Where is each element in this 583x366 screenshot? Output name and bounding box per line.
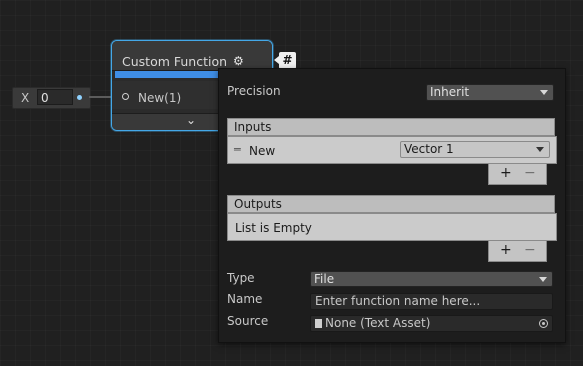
chevron-down-icon bbox=[540, 90, 548, 95]
inputs-list: ═ New Vector 1 bbox=[227, 136, 557, 164]
inputs-add-remove: + − bbox=[488, 164, 547, 185]
input-x-label: X bbox=[21, 91, 30, 105]
precision-label: Precision bbox=[227, 84, 281, 98]
type-dropdown[interactable]: File bbox=[310, 271, 553, 287]
type-value: File bbox=[314, 272, 335, 286]
text-asset-icon bbox=[315, 319, 322, 328]
input-port[interactable] bbox=[122, 93, 129, 100]
input-name[interactable]: New bbox=[249, 144, 275, 158]
drag-handle-icon[interactable]: ═ bbox=[234, 143, 241, 156]
source-value: None (Text Asset) bbox=[325, 316, 431, 330]
chevron-down-icon bbox=[536, 147, 544, 152]
precision-value: Inherit bbox=[430, 85, 470, 99]
outputs-add-remove: + − bbox=[488, 241, 547, 262]
outputs-list: List is Empty bbox=[227, 213, 557, 241]
input-node-output-port[interactable] bbox=[77, 95, 82, 100]
inputs-header: Inputs bbox=[227, 118, 555, 136]
function-name-field[interactable]: Enter function name here... bbox=[310, 293, 553, 310]
outputs-remove-button[interactable]: − bbox=[524, 242, 536, 258]
input-x-field[interactable]: 0 bbox=[37, 89, 73, 105]
input-type-dropdown[interactable]: Vector 1 bbox=[400, 141, 550, 158]
node-settings-panel: Precision Inherit Inputs ═ New Vector 1 … bbox=[218, 68, 566, 343]
chevron-down-icon bbox=[539, 277, 547, 282]
node-title: Custom Function bbox=[122, 54, 228, 69]
function-name-placeholder: Enter function name here... bbox=[315, 294, 481, 308]
outputs-header: Outputs bbox=[227, 195, 555, 213]
precision-dropdown[interactable]: Inherit bbox=[426, 84, 554, 101]
source-label: Source bbox=[227, 314, 269, 328]
node-title-bar[interactable]: Custom Function ⚙ bbox=[112, 41, 272, 71]
input-port-label: New(1) bbox=[138, 91, 182, 105]
gear-refresh-icon[interactable]: ⚙ bbox=[233, 54, 244, 68]
input-type-value: Vector 1 bbox=[404, 142, 454, 156]
type-label: Type bbox=[227, 271, 255, 285]
list-item[interactable]: ═ New Vector 1 bbox=[228, 137, 556, 163]
inputs-remove-button[interactable]: − bbox=[524, 165, 536, 181]
float-input-node[interactable]: X 0 bbox=[12, 87, 91, 109]
connection-wire bbox=[89, 96, 112, 98]
object-picker-icon[interactable] bbox=[539, 319, 548, 328]
chevron-down-icon: ⌄ bbox=[186, 113, 197, 127]
outputs-empty-text: List is Empty bbox=[235, 221, 312, 235]
name-label: Name bbox=[227, 292, 263, 306]
outputs-add-button[interactable]: + bbox=[500, 242, 512, 258]
source-object-field[interactable]: None (Text Asset) bbox=[310, 315, 553, 332]
node-settings-button[interactable]: # bbox=[274, 52, 296, 69]
inputs-add-button[interactable]: + bbox=[500, 165, 512, 181]
